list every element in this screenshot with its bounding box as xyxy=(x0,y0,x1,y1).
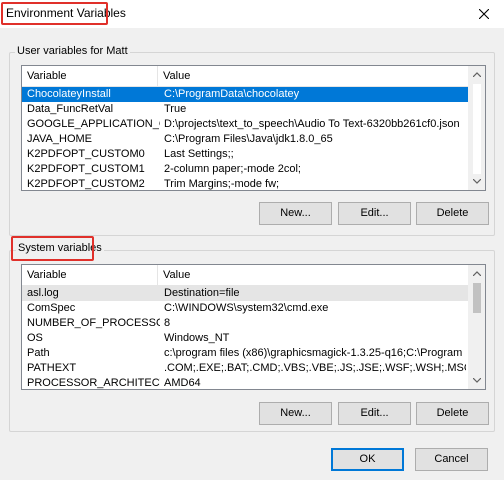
list-header: Variable Value xyxy=(22,265,468,286)
table-row[interactable]: Data_FuncRetVal True xyxy=(22,102,468,117)
user-variables-rows: ChocolateyInstall C:\ProgramData\chocolat… xyxy=(22,87,468,190)
system-new-button[interactable]: New... xyxy=(259,402,332,425)
user-variable-value: Trim Margins;-mode fw; xyxy=(164,178,280,190)
system-variable-name: NUMBER_OF_PROCESSORS xyxy=(27,317,160,329)
column-header-value[interactable]: Value xyxy=(158,265,470,285)
scroll-up-button[interactable] xyxy=(469,265,485,282)
table-row[interactable]: K2PDFOPT_CUSTOM0 Last Settings;; xyxy=(22,147,468,162)
table-row[interactable]: K2PDFOPT_CUSTOM2 Trim Margins;-mode fw; xyxy=(22,177,468,190)
system-variables-list[interactable]: Variable Value asl.log Destination=file Co… xyxy=(21,264,486,390)
table-row[interactable]: asl.log Destination=file xyxy=(22,286,468,301)
system-edit-button[interactable]: Edit... xyxy=(338,402,411,425)
system-delete-button[interactable]: Delete xyxy=(416,402,489,425)
chevron-down-icon xyxy=(473,378,481,383)
system-variable-value: c:\program files (x86)\graphicsmagick-1.… xyxy=(164,347,466,359)
user-variable-name: K2PDFOPT_CUSTOM2 xyxy=(27,178,145,190)
column-header-variable[interactable]: Variable xyxy=(22,66,158,86)
vertical-scrollbar[interactable] xyxy=(468,66,485,190)
scroll-down-button[interactable] xyxy=(469,372,485,389)
user-variable-value: C:\ProgramData\chocolatey xyxy=(164,88,300,100)
table-row[interactable]: ComSpec C:\WINDOWS\system32\cmd.exe xyxy=(22,301,468,316)
scroll-up-button[interactable] xyxy=(469,66,485,83)
scroll-down-button[interactable] xyxy=(469,173,485,190)
user-variable-value: D:\projects\text_to_speech\Audio To Text… xyxy=(164,118,460,130)
table-row[interactable]: PATHEXT .COM;.EXE;.BAT;.CMD;.VBS;.VBE;.JS… xyxy=(22,361,468,376)
close-button[interactable] xyxy=(464,0,504,28)
system-variable-name: asl.log xyxy=(27,287,59,299)
system-variable-value: 8 xyxy=(164,317,171,329)
title-bar: Environment Variables xyxy=(0,0,504,28)
system-annotation-box xyxy=(11,236,94,261)
user-variable-name: GOOGLE_APPLICATION_CRE... xyxy=(27,118,160,130)
user-variable-name: Data_FuncRetVal xyxy=(27,103,114,115)
user-variable-name: K2PDFOPT_CUSTOM1 xyxy=(27,163,145,175)
title-annotation-box xyxy=(1,2,108,25)
user-delete-button[interactable]: Delete xyxy=(416,202,489,225)
system-variable-value: C:\WINDOWS\system32\cmd.exe xyxy=(164,302,329,314)
system-variables-rows: asl.log Destination=file ComSpec C:\WINDOWS… xyxy=(22,286,468,389)
user-variables-legend: User variables for Matt xyxy=(15,45,130,58)
system-variable-name: Path xyxy=(27,347,50,359)
vertical-scrollbar[interactable] xyxy=(468,265,485,389)
system-variable-name: PROCESSOR_ARCHITECTURE xyxy=(27,377,160,389)
close-icon xyxy=(479,9,489,19)
table-row[interactable]: JAVA_HOME C:\Program Files\Java\jdk1.8.0_… xyxy=(22,132,468,147)
table-row[interactable]: K2PDFOPT_CUSTOM1 2-column paper;-mode 2co… xyxy=(22,162,468,177)
chevron-up-icon xyxy=(473,72,481,77)
user-variable-name: ChocolateyInstall xyxy=(27,88,111,100)
list-header: Variable Value xyxy=(22,66,468,87)
system-variable-name: PATHEXT xyxy=(27,362,77,374)
system-variable-value: Destination=file xyxy=(164,287,240,299)
chevron-down-icon xyxy=(473,179,481,184)
table-row[interactable]: GOOGLE_APPLICATION_CRE... D:\projects\tex… xyxy=(22,117,468,132)
table-row[interactable]: ChocolateyInstall C:\ProgramData\chocolat… xyxy=(22,87,468,102)
ok-button[interactable]: OK xyxy=(331,448,404,471)
user-variable-value: C:\Program Files\Java\jdk1.8.0_65 xyxy=(164,133,333,145)
user-variable-value: True xyxy=(164,103,187,115)
table-row[interactable]: OS Windows_NT xyxy=(22,331,468,346)
table-row[interactable]: PROCESSOR_ARCHITECTURE AMD64 xyxy=(22,376,468,389)
system-variable-value: .COM;.EXE;.BAT;.CMD;.VBS;.VBE;.JS;.JSE;.… xyxy=(164,362,466,374)
user-variables-list[interactable]: Variable Value ChocolateyInstall C:\Progr… xyxy=(21,65,486,191)
table-row[interactable]: NUMBER_OF_PROCESSORS 8 xyxy=(22,316,468,331)
user-variable-value: 2-column paper;-mode 2col; xyxy=(164,163,301,175)
scroll-thumb[interactable] xyxy=(473,283,481,313)
chevron-up-icon xyxy=(473,271,481,276)
user-edit-button[interactable]: Edit... xyxy=(338,202,411,225)
user-new-button[interactable]: New... xyxy=(259,202,332,225)
column-header-variable[interactable]: Variable xyxy=(22,265,158,285)
system-variable-value: AMD64 xyxy=(164,377,201,389)
system-variable-name: OS xyxy=(27,332,43,344)
column-header-value[interactable]: Value xyxy=(158,66,470,86)
user-variable-name: JAVA_HOME xyxy=(27,133,92,145)
user-variable-value: Last Settings;; xyxy=(164,148,234,160)
scroll-thumb[interactable] xyxy=(473,84,481,174)
cancel-button[interactable]: Cancel xyxy=(415,448,488,471)
system-variable-name: ComSpec xyxy=(27,302,76,314)
system-variable-value: Windows_NT xyxy=(164,332,230,344)
table-row[interactable]: Path c:\program files (x86)\graphicsmagic… xyxy=(22,346,468,361)
user-variable-name: K2PDFOPT_CUSTOM0 xyxy=(27,148,145,160)
